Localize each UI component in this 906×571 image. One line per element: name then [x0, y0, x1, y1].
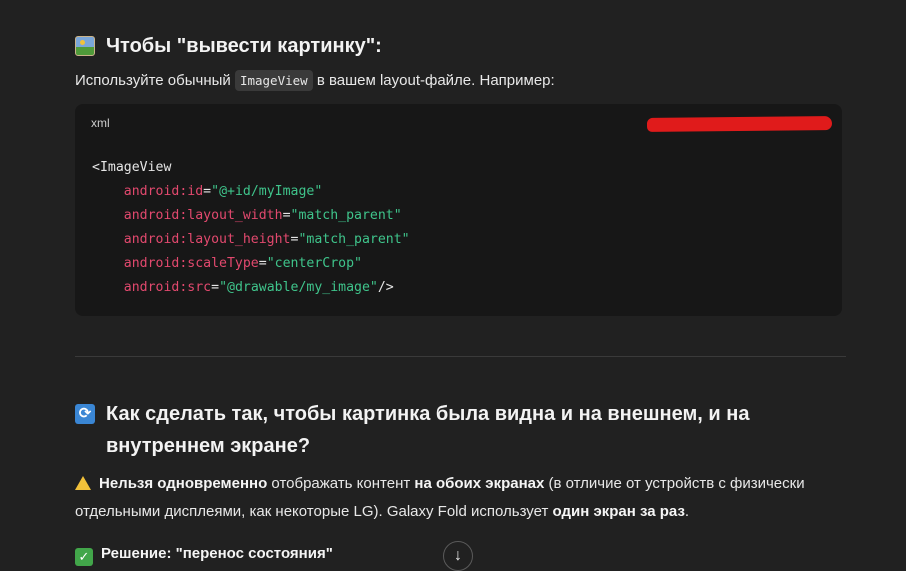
warning-bold-3: один экран за раз	[552, 503, 685, 520]
code-string: "@drawable/my_image"	[219, 280, 378, 295]
code-line: android:src="@drawable/my_image"/>	[92, 280, 394, 295]
code-tag-close: />	[377, 280, 394, 295]
warning-paragraph: Нельзя одновременно отображать контент н…	[75, 470, 842, 526]
intro-text-before: Используйте обычный	[75, 72, 235, 89]
check-mark-icon: ✓	[75, 548, 93, 566]
code-line: android:id="@+id/myImage"	[92, 184, 323, 199]
code-string: "centerCrop"	[266, 256, 362, 271]
section-1-intro: Используйте обычный ImageView в вашем la…	[75, 67, 842, 95]
redaction-mark	[646, 116, 833, 132]
inline-code-imageview: ImageView	[234, 70, 313, 91]
warning-text-1: отображать контент	[267, 475, 415, 492]
code-attr: android:layout_width	[123, 208, 283, 223]
solution-label: Решение: "перенос состояния"	[101, 545, 333, 562]
scroll-to-bottom-button[interactable]: ↓	[443, 541, 473, 571]
code-content[interactable]: <ImageView android:id="@+id/myImage" and…	[75, 142, 842, 300]
code-block: xml <ImageView android:id="@+id/myImage"…	[75, 104, 842, 316]
section-1-heading-text: Чтобы "вывести картинку":	[106, 35, 382, 57]
intro-text-after: в вашем layout-файле. Например:	[312, 72, 555, 89]
warning-text-3: .	[684, 503, 690, 520]
code-attr: android:layout_height	[123, 232, 291, 247]
framed-picture-icon	[75, 36, 95, 56]
section-2-heading-text: Как сделать так, чтобы картинка была вид…	[106, 403, 750, 457]
code-line: android:layout_height="match_parent"	[92, 232, 410, 247]
code-line: android:layout_width="match_parent"	[92, 208, 402, 223]
code-line: <ImageView	[92, 160, 171, 175]
section-1-heading: Чтобы "вывести картинку":	[75, 30, 842, 62]
code-attr: android:scaleType	[123, 256, 259, 271]
section-2-heading: ⟳ Как сделать так, чтобы картинка была в…	[75, 398, 842, 462]
code-eq: =	[211, 280, 220, 295]
arrow-down-icon: ↓	[454, 547, 462, 564]
code-string: "@+id/myImage"	[211, 184, 323, 199]
code-eq: =	[203, 184, 212, 199]
code-string: "match_parent"	[298, 232, 410, 247]
code-attr: android:id	[123, 184, 204, 199]
code-tag: <ImageView	[92, 160, 172, 175]
code-attr: android:src	[123, 280, 212, 295]
code-eq: =	[258, 256, 267, 271]
warning-bold-1: Нельзя одновременно	[99, 475, 268, 492]
section-divider	[75, 356, 846, 357]
code-string: "match_parent"	[290, 208, 402, 223]
warning-bold-2: на обоих экранах	[414, 475, 545, 492]
code-line: android:scaleType="centerCrop"	[92, 256, 362, 271]
warning-icon	[75, 476, 91, 490]
code-block-header: xml	[75, 104, 842, 142]
code-language-label: xml	[91, 116, 110, 130]
section-1: Чтобы "вывести картинку": Используйте об…	[75, 30, 842, 95]
code-eq: =	[282, 208, 291, 223]
refresh-arrows-icon: ⟳	[75, 404, 95, 424]
